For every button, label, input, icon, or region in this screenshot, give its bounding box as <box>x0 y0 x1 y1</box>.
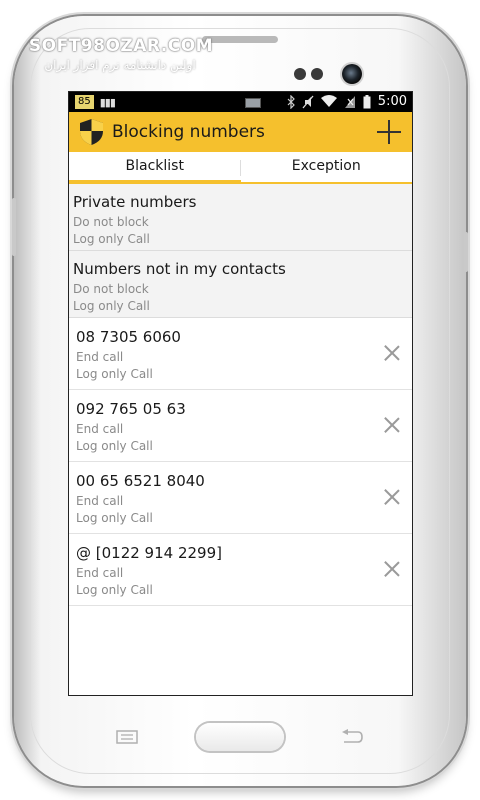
blocked-list: Private numbers Do not block Log only Ca… <box>69 184 412 606</box>
battery-icon <box>363 94 371 108</box>
front-camera <box>342 64 362 84</box>
number-log: Log only Call <box>76 511 153 525</box>
clock: 5:00 <box>377 94 407 109</box>
bars-icon: ▮▮▮ <box>99 95 116 109</box>
watermark-subtitle: اولین دانشنامه نرم افزار ایران <box>44 58 196 72</box>
menu-key-icon[interactable] <box>116 730 138 744</box>
no-sim-icon <box>344 95 355 108</box>
phone-screen: 85 ▮▮▮ 5:00 Blocking numbers Blacklist E… <box>69 92 412 695</box>
bluetooth-icon <box>287 94 295 109</box>
number-action: End call <box>76 350 124 364</box>
list-item[interactable]: @ [0122 914 2299] End call Log only Call <box>69 534 412 606</box>
rule-log: Log only Call <box>73 299 150 313</box>
battery-badge: 85 <box>75 95 94 109</box>
sensor-right <box>311 68 323 80</box>
number-text: 08 7305 6060 <box>76 328 181 346</box>
close-icon[interactable] <box>384 345 400 361</box>
rule-title: Private numbers <box>73 193 197 211</box>
sensor-left <box>294 68 306 80</box>
app-title: Blocking numbers <box>112 122 265 142</box>
list-item[interactable]: 00 65 6521 8040 End call Log only Call <box>69 462 412 534</box>
list-item[interactable]: 092 765 05 63 End call Log only Call <box>69 390 412 462</box>
tab-bar: Blacklist Exception <box>69 152 412 184</box>
rule-title: Numbers not in my contacts <box>73 260 286 278</box>
volume-button <box>12 198 16 256</box>
tab-exception[interactable]: Exception <box>241 152 413 182</box>
close-icon[interactable] <box>384 417 400 433</box>
number-text: 092 765 05 63 <box>76 400 186 418</box>
list-item[interactable]: 08 7305 6060 End call Log only Call <box>69 318 412 390</box>
power-button <box>464 232 468 272</box>
number-action: End call <box>76 566 124 580</box>
rule-action: Do not block <box>73 282 149 296</box>
app-bar: Blocking numbers <box>69 112 412 152</box>
number-log: Log only Call <box>76 439 153 453</box>
plus-icon[interactable] <box>374 117 404 147</box>
close-icon[interactable] <box>384 561 400 577</box>
tab-divider <box>240 160 241 176</box>
number-log: Log only Call <box>76 367 153 381</box>
shield-icon <box>80 119 103 145</box>
rule-private-numbers[interactable]: Private numbers Do not block Log only Ca… <box>69 184 412 251</box>
battery-small-icon <box>245 98 261 108</box>
back-key-icon[interactable] <box>340 728 364 744</box>
rule-action: Do not block <box>73 215 149 229</box>
rule-log: Log only Call <box>73 232 150 246</box>
watermark-brand: SOFT98OZAR.COM <box>28 36 214 56</box>
number-log: Log only Call <box>76 583 153 597</box>
number-action: End call <box>76 494 124 508</box>
status-right: 5:00 <box>287 94 407 109</box>
number-action: End call <box>76 422 124 436</box>
number-text: 00 65 6521 8040 <box>76 472 205 490</box>
status-bar: 85 ▮▮▮ 5:00 <box>69 92 412 112</box>
home-button[interactable] <box>196 723 284 751</box>
wifi-icon <box>320 95 337 107</box>
status-left: 85 ▮▮▮ <box>75 95 116 109</box>
rule-not-in-contacts[interactable]: Numbers not in my contacts Do not block … <box>69 251 412 318</box>
close-icon[interactable] <box>384 489 400 505</box>
number-text: @ [0122 914 2299] <box>76 544 222 562</box>
mute-icon <box>302 95 314 108</box>
tab-blacklist[interactable]: Blacklist <box>69 152 241 184</box>
